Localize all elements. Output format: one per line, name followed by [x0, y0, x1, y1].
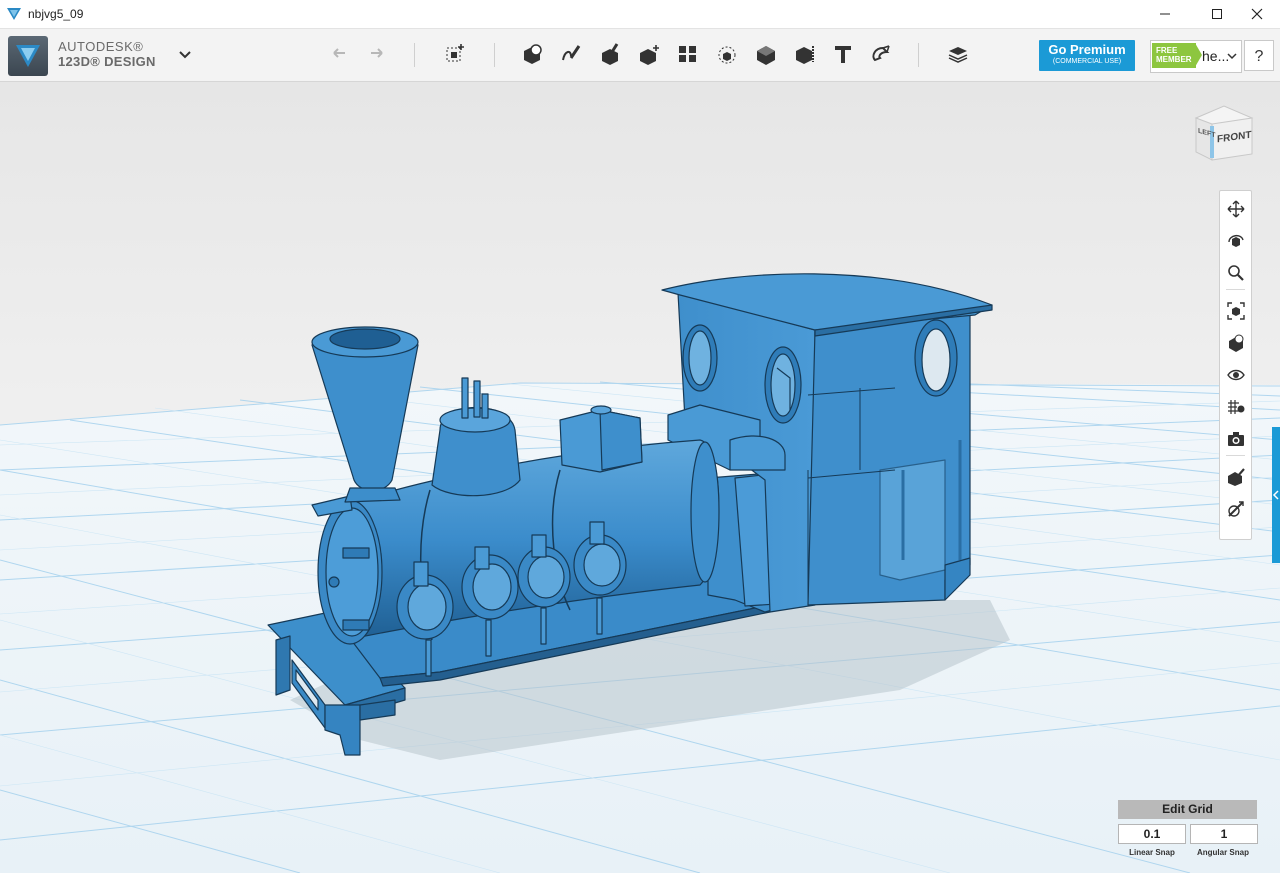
- text-button[interactable]: [829, 40, 857, 68]
- account-menu[interactable]: FREE MEMBER he...: [1150, 40, 1242, 73]
- primitives-icon: [524, 44, 542, 64]
- sketch-button[interactable]: [557, 40, 585, 68]
- window-titlebar: nbjvg5_09: [0, 0, 1280, 29]
- material-icon: [948, 47, 968, 63]
- grouping-button[interactable]: [713, 40, 741, 68]
- view-cube[interactable]: LEFT FRONT: [1192, 102, 1254, 166]
- camera-icon: [1227, 431, 1244, 446]
- edit-grid-panel: Edit Grid 0.1 1 Linear Snap Angular Snap: [1118, 800, 1258, 862]
- fit-button[interactable]: [1224, 299, 1247, 322]
- close-button[interactable]: [1234, 0, 1280, 28]
- ruler-icon: [1227, 500, 1244, 517]
- redo-icon: [371, 48, 383, 58]
- orbit-button[interactable]: [1224, 229, 1247, 252]
- snap-tool-icon: [1227, 467, 1245, 486]
- modify-icon: [640, 45, 659, 65]
- minimize-icon: [1160, 13, 1170, 15]
- measure-icon: [796, 46, 814, 64]
- fit-icon: [1226, 301, 1245, 320]
- chevron-left-icon: [1272, 490, 1279, 500]
- free-member-badge: FREE MEMBER: [1152, 43, 1196, 68]
- text-icon: [835, 46, 851, 63]
- chevron-down-icon[interactable]: [176, 47, 194, 61]
- account-name: he...: [1202, 48, 1230, 64]
- snap-tool-button[interactable]: [1224, 465, 1247, 488]
- logo-icon: [16, 45, 40, 67]
- side-panel-toggle[interactable]: [1272, 427, 1280, 563]
- workplane-grid: [0, 273, 1280, 873]
- material-button[interactable]: [944, 40, 972, 68]
- orbit-icon: [1227, 234, 1244, 247]
- linear-snap-input[interactable]: 0.1: [1118, 824, 1186, 844]
- chevron-down-icon: [1227, 53, 1237, 60]
- brand-company: AUTODESK®: [58, 39, 144, 54]
- brand-product: 123D® DESIGN: [58, 54, 156, 69]
- construct-button[interactable]: [596, 40, 624, 68]
- angular-snap-label: Angular Snap: [1196, 848, 1249, 857]
- pan-icon: [1227, 200, 1244, 217]
- view-mode-icon: [1228, 334, 1243, 352]
- help-button[interactable]: ?: [1244, 40, 1274, 71]
- app-menu-logo[interactable]: [8, 36, 48, 76]
- pattern-button[interactable]: [674, 40, 702, 68]
- navigation-bar: [1219, 190, 1252, 540]
- edit-grid-button[interactable]: Edit Grid: [1118, 800, 1257, 819]
- visibility-button[interactable]: [1224, 363, 1247, 386]
- modify-button[interactable]: [635, 40, 663, 68]
- window-title: nbjvg5_09: [28, 7, 84, 21]
- go-premium-button[interactable]: Go Premium (COMMERCIAL USE): [1039, 40, 1135, 71]
- transform-icon: [446, 44, 464, 62]
- redo-button[interactable]: [362, 40, 390, 68]
- premium-title: Go Premium: [1048, 42, 1126, 57]
- visibility-icon: [1226, 369, 1245, 380]
- minimize-button[interactable]: [1142, 0, 1188, 28]
- 3d-viewport[interactable]: LEFT FRONT Edit Grid 0.1 1 Linear Snap A…: [0, 82, 1280, 873]
- pan-button[interactable]: [1224, 197, 1247, 220]
- grid-material-button[interactable]: [1224, 395, 1247, 418]
- transform-button[interactable]: [441, 40, 469, 68]
- pattern-icon: [679, 46, 696, 62]
- close-icon: [1251, 8, 1263, 20]
- zoom-icon: [1227, 264, 1244, 281]
- undo-button[interactable]: [326, 40, 354, 68]
- combine-button[interactable]: [752, 40, 780, 68]
- primitives-button[interactable]: [518, 40, 546, 68]
- grouping-icon: [718, 46, 736, 64]
- ruler-button[interactable]: [1224, 497, 1247, 520]
- main-toolbar: AUTODESK® 123D® DESIGN Go Premium (COMME…: [0, 29, 1280, 82]
- construct-icon: [602, 43, 619, 65]
- app-logo-icon: [7, 8, 21, 20]
- combine-icon: [757, 46, 775, 65]
- angular-snap-input[interactable]: 1: [1190, 824, 1258, 844]
- zoom-button[interactable]: [1224, 261, 1247, 284]
- maximize-icon: [1212, 9, 1222, 19]
- sketch-icon: [562, 45, 581, 61]
- view-mode-button[interactable]: [1224, 331, 1247, 354]
- undo-icon: [333, 48, 345, 58]
- premium-subtitle: (COMMERCIAL USE): [1052, 58, 1122, 65]
- snap-icon: [872, 45, 890, 62]
- measure-button[interactable]: [791, 40, 819, 68]
- screenshot-button[interactable]: [1224, 427, 1247, 450]
- linear-snap-label: Linear Snap: [1129, 848, 1175, 857]
- snap-button[interactable]: [867, 40, 895, 68]
- grid-material-icon: [1227, 399, 1244, 414]
